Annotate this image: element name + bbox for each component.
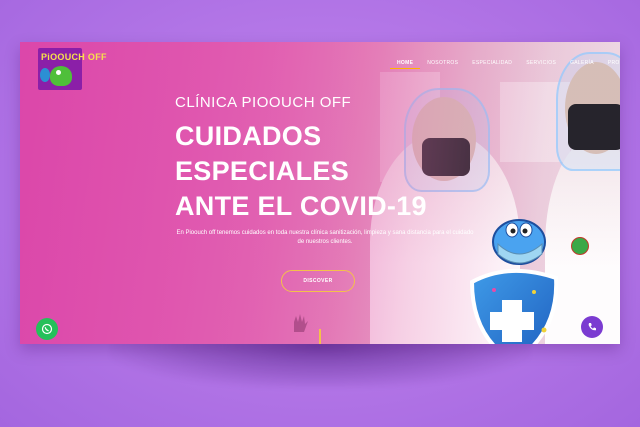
phone-button[interactable] bbox=[581, 316, 603, 338]
whatsapp-icon bbox=[41, 323, 53, 335]
headline-line-2: ESPECIALES bbox=[175, 156, 350, 186]
headline-line-3: ANTE EL COVID-19 bbox=[175, 191, 427, 221]
logo-text: PiOOUCH OFF bbox=[41, 52, 107, 62]
nav-item-promociones[interactable]: PROMOCIONES bbox=[601, 60, 620, 69]
covid-shield-mascot bbox=[464, 212, 564, 344]
nav-item-galeria[interactable]: GALERÍA bbox=[563, 60, 601, 69]
nav-item-nosotros[interactable]: NOSOTROS bbox=[420, 60, 465, 69]
shield-icon bbox=[469, 219, 559, 344]
phone-icon bbox=[588, 323, 596, 331]
hero-kicker: CLÍNICA PIOOUCH OFF bbox=[175, 94, 352, 111]
uniform-logo-patch bbox=[571, 237, 589, 255]
discover-button[interactable]: DISCOVER bbox=[281, 270, 355, 292]
site-logo[interactable]: PiOOUCH OFF bbox=[38, 48, 107, 90]
hero-intro-text: En Pioouch off tenemos cuidados en toda … bbox=[176, 230, 474, 245]
nav-item-home[interactable]: HOME bbox=[390, 60, 421, 69]
website-screenshot: PiOOUCH OFF HOME NOSOTROS ESPECIALIDAD S… bbox=[20, 42, 620, 344]
hero-headline: CUIDADOS ESPECIALES ANTE EL COVID-19 bbox=[175, 119, 427, 224]
nav-item-especialidad[interactable]: ESPECIALIDAD bbox=[465, 60, 519, 69]
hand-icon bbox=[294, 314, 308, 332]
whatsapp-button[interactable] bbox=[36, 318, 58, 340]
nav-item-servicios[interactable]: SERVICIOS bbox=[519, 60, 563, 69]
headline-line-1: CUIDADOS bbox=[175, 121, 322, 151]
logo-wing-icon bbox=[40, 68, 50, 82]
main-nav: HOME NOSOTROS ESPECIALIDAD SERVICIOS GAL… bbox=[390, 60, 620, 69]
scroll-indicator[interactable] bbox=[319, 329, 321, 344]
logo-bird-icon bbox=[50, 66, 72, 86]
